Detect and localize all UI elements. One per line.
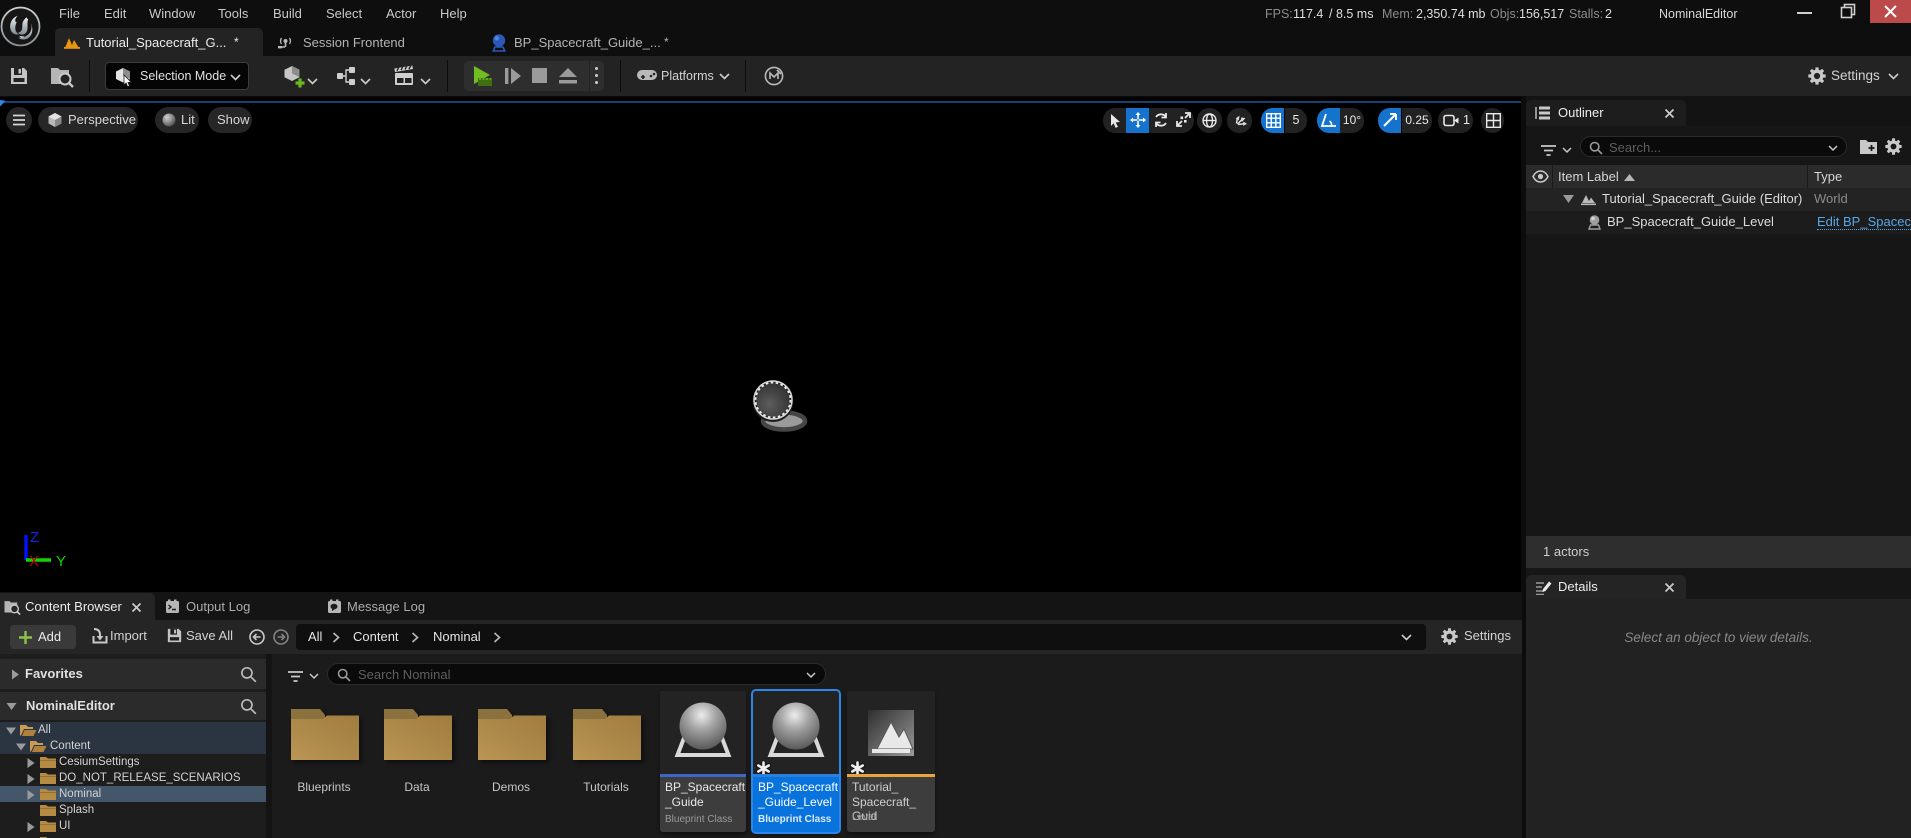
svg-text:Z: Z xyxy=(30,529,39,546)
svg-text:Y: Y xyxy=(56,553,66,570)
svg-text:X: X xyxy=(29,553,39,570)
